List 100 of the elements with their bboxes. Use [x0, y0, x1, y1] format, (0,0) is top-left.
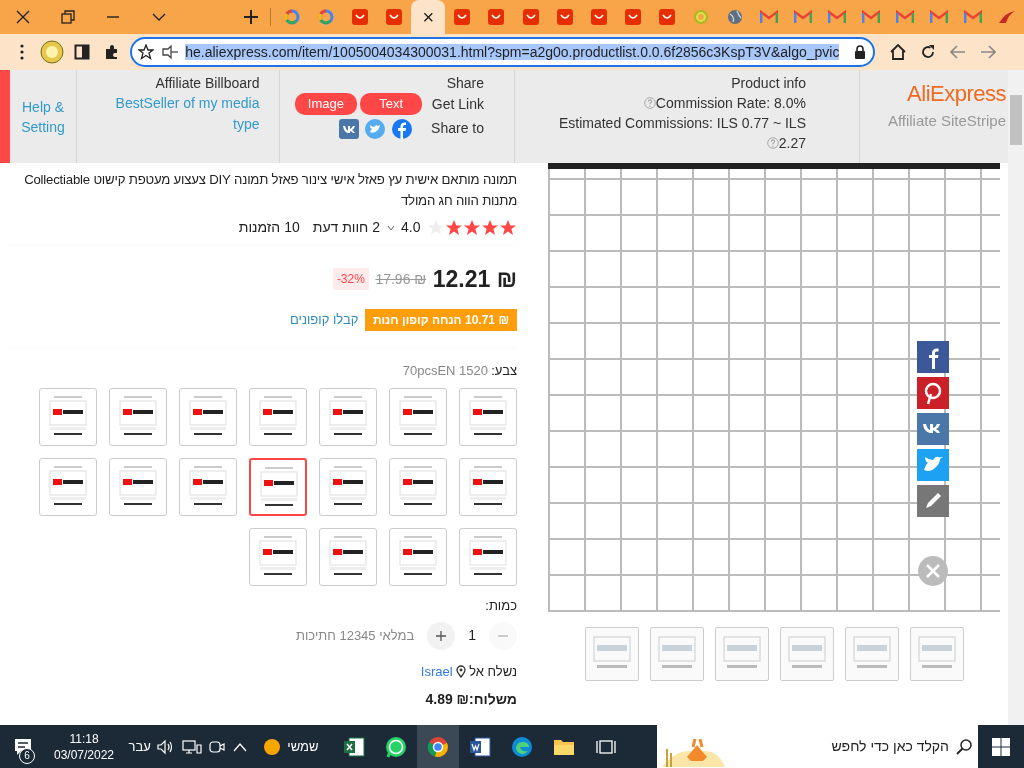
variant-thumbnail[interactable]: [319, 388, 377, 446]
shopping-bag-icon: [521, 8, 540, 26]
search-icon[interactable]: [955, 738, 972, 755]
network-icon[interactable]: [181, 738, 202, 755]
help-icon: [766, 137, 779, 150]
more-menu-icon[interactable]: [19, 44, 24, 60]
facebook-share-button[interactable]: [917, 341, 949, 373]
task-view-icon: [596, 737, 617, 756]
variant-thumbnail[interactable]: [389, 528, 447, 586]
envelope-icon: [963, 10, 982, 24]
variant-thumbnail[interactable]: [249, 458, 307, 516]
variant-thumbnail[interactable]: [179, 388, 237, 446]
close-icon[interactable]: [15, 10, 30, 24]
variant-thumbnail[interactable]: [39, 388, 97, 446]
restore-icon[interactable]: [61, 10, 76, 24]
variant-thumbnail[interactable]: [179, 458, 237, 516]
estimated-commission-text: Estimated Commissions: ILS 0.77 ~ ILS: [558, 114, 806, 134]
search-placeholder: הקלד כאן כדי לחפש: [830, 737, 949, 756]
vk-icon[interactable]: [338, 118, 359, 139]
sun-icon[interactable]: [262, 737, 281, 756]
ship-to-link[interactable]: Israel: [420, 661, 453, 681]
variant-thumbnail[interactable]: [249, 388, 307, 446]
facebook-icon[interactable]: [391, 118, 412, 139]
aliexpress-logo: AliExpress: [907, 79, 1006, 108]
variant-thumbnail[interactable]: [319, 528, 377, 586]
star-icon[interactable]: [138, 44, 155, 60]
gallery-thumbnail[interactable]: [909, 627, 964, 681]
notification-count: 6: [19, 748, 35, 764]
pinterest-share-button[interactable]: [917, 377, 949, 409]
gallery-thumbnail[interactable]: [844, 627, 899, 681]
puzzle-piece-icon[interactable]: [103, 44, 120, 60]
shopping-bag-icon: [555, 8, 574, 26]
color-label: צבע:: [491, 361, 517, 380]
address-field[interactable]: he.aliexpress.com/item/1005004034300031.html?spm=a2g0o.productlist.0.0.6f2856c3KspT3V&algo_pvic: [129, 37, 875, 67]
taskbar-app[interactable]: [417, 725, 460, 768]
star-icon: [481, 218, 499, 237]
commission-max-text: 2.27: [778, 134, 806, 154]
scrollbar-thumb[interactable]: [1010, 95, 1022, 145]
reviews-count[interactable]: 2 חוות דעת: [312, 217, 381, 238]
gallery-thumbnail[interactable]: [649, 627, 704, 681]
variant-thumbnail[interactable]: [109, 458, 167, 516]
chevron-down-icon[interactable]: [386, 224, 395, 231]
coupon-badge: ₪ 10.71 הנחה קופון חנות: [364, 308, 517, 331]
edge-app-icon: [511, 735, 534, 758]
orders-count: 10 הזמנות: [238, 218, 300, 237]
variant-thumbnail[interactable]: [109, 388, 167, 446]
language-indicator[interactable]: עבר: [128, 736, 151, 757]
clock-time[interactable]: 11:18: [69, 730, 99, 747]
variant-thumbnail[interactable]: [319, 458, 377, 516]
discount-badge: -32%: [332, 268, 369, 291]
browser-tab[interactable]: ×: [411, 0, 446, 34]
section-title: Share: [446, 74, 484, 94]
ring-icon: [692, 9, 709, 25]
variant-thumbnail[interactable]: [39, 458, 97, 516]
chevron-up-icon[interactable]: [232, 741, 247, 752]
gallery-thumbnail[interactable]: [584, 627, 639, 681]
windows-start-icon[interactable]: [992, 737, 1010, 756]
url-text: he.aliexpress.com/item/1005004034300031.html?spm=a2g0o.productlist.0.0.6f2856c3KspT3V&algo_pvic: [185, 43, 840, 60]
weather-text[interactable]: שמשי: [287, 736, 319, 757]
variant-thumbnail[interactable]: [389, 388, 447, 446]
clock-date[interactable]: 03/07/2022: [53, 746, 115, 763]
variant-thumbnail[interactable]: [459, 458, 517, 516]
gallery-thumbnail[interactable]: [779, 627, 834, 681]
camera-icon[interactable]: [208, 738, 227, 755]
color-value: 70pcsEN 1520: [402, 361, 488, 380]
globe-icon: [726, 9, 743, 25]
plus-icon[interactable]: [243, 10, 258, 24]
tab-close-button[interactable]: ×: [422, 7, 435, 27]
vk-share-button[interactable]: [917, 413, 949, 445]
variant-thumbnail[interactable]: [249, 528, 307, 586]
shopping-bag-icon: [657, 8, 676, 26]
variant-thumbnail[interactable]: [389, 458, 447, 516]
google-icon: [284, 9, 301, 25]
shopping-bag-icon: [487, 8, 506, 26]
reload-icon[interactable]: [919, 44, 936, 60]
gallery-thumbnail[interactable]: [714, 627, 769, 681]
star-icon: [499, 218, 517, 237]
quantity-label: כמות:: [484, 597, 517, 615]
profile-avatar-icon[interactable]: [39, 40, 64, 64]
shopping-bag-icon: [589, 8, 608, 26]
side-panel-icon[interactable]: [73, 44, 90, 60]
envelope-icon: [929, 10, 948, 24]
edit-button[interactable]: [917, 485, 949, 517]
home-icon[interactable]: [888, 43, 907, 61]
back-arrow-icon[interactable]: [949, 45, 966, 59]
spreadsheet-app-icon: [343, 735, 366, 758]
variant-thumbnail[interactable]: [459, 528, 517, 586]
taskbar-search-field[interactable]: הקלד כאן כדי לחפש: [657, 725, 978, 768]
get-coupons-link[interactable]: קבלו קופונים: [289, 309, 359, 330]
get-link-text: Get Link: [431, 94, 484, 114]
sitestripe-subtitle: Affiliate SiteStripe: [887, 110, 1006, 131]
increment-button[interactable]: [427, 621, 456, 650]
document-app-icon: [469, 735, 492, 758]
commission-rate-text: Commission Rate: 8.0%: [655, 94, 806, 114]
plus-icon: [436, 630, 447, 641]
browser-app-icon: [427, 735, 450, 758]
forward-arrow-icon[interactable]: [979, 45, 996, 59]
twitter-share-button[interactable]: [917, 449, 949, 481]
variant-thumbnail[interactable]: [459, 388, 517, 446]
shopping-bag-icon: [385, 8, 404, 26]
